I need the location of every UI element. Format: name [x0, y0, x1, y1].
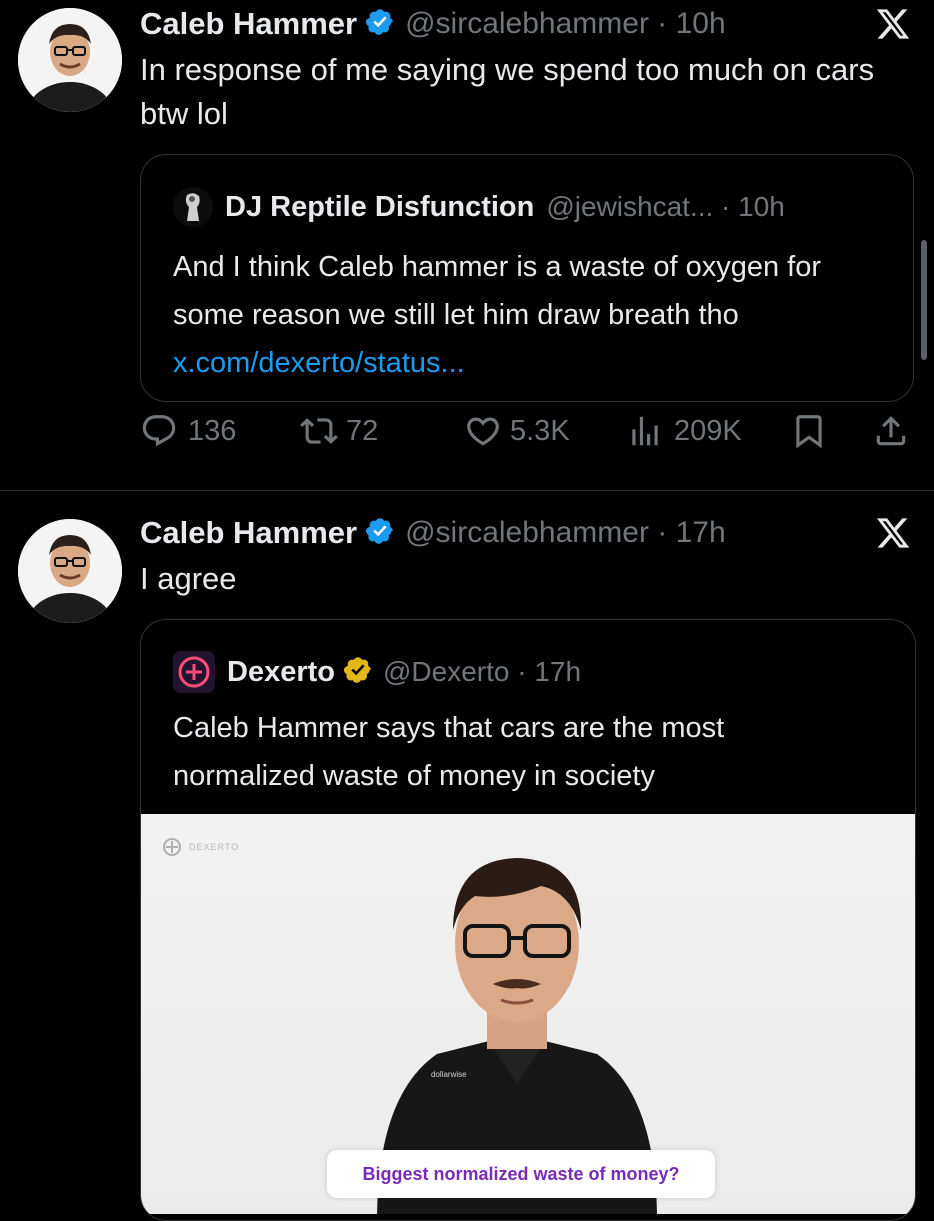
repost-icon	[300, 412, 338, 450]
verified-badge-icon	[365, 516, 395, 551]
caleb-avatar[interactable]	[18, 8, 122, 112]
video-caption: Biggest normalized waste of money?	[327, 1150, 715, 1198]
quoted-tweet-text: Caleb Hammer says that cars are the most…	[173, 712, 725, 792]
views-count: 209K	[674, 414, 742, 447]
quoted-handle-time[interactable]: @jewishcat... · 10h	[546, 191, 785, 223]
bookmark-button[interactable]	[790, 412, 828, 450]
views-button[interactable]: 209K	[626, 412, 742, 450]
author-handle-time[interactable]: @sircalebhammer · 10h	[405, 7, 726, 41]
quoted-tweet-header: DJ Reptile Disfunction @jewishcat... · 1…	[173, 187, 785, 227]
tweet-1[interactable]: Caleb Hammer @sircalebhammer · 10h In re…	[0, 0, 934, 490]
heart-icon	[464, 412, 502, 450]
quoted-tweet[interactable]: DJ Reptile Disfunction @jewishcat... · 1…	[140, 154, 914, 402]
views-icon	[626, 412, 664, 450]
quoted-tweet-header: Dexerto @Dexerto · 17h	[173, 650, 581, 694]
dexerto-logo-icon	[163, 838, 181, 856]
tweet-text: I agree	[140, 561, 237, 596]
tweet-text: In response of me saying we spend too mu…	[140, 52, 875, 131]
repost-button[interactable]: 72	[300, 412, 378, 450]
quoted-text-body: And I think Caleb hammer is a waste of o…	[173, 251, 821, 331]
quoted-tweet-text: And I think Caleb hammer is a waste of o…	[173, 243, 883, 387]
repost-count: 72	[346, 414, 379, 447]
gold-verified-badge-icon	[343, 655, 373, 690]
like-button[interactable]: 5.3K	[464, 412, 570, 450]
share-button[interactable]	[872, 412, 910, 450]
quoted-handle-time[interactable]: @Dexerto · 17h	[383, 656, 581, 688]
tweet-2[interactable]: Caleb Hammer @sircalebhammer · 17h I agr…	[0, 491, 934, 1221]
author-name[interactable]: Caleb Hammer	[140, 515, 357, 551]
quoted-tweet[interactable]: Dexerto @Dexerto · 17h Caleb Hammer says…	[140, 619, 916, 1221]
share-icon	[872, 412, 910, 450]
reply-icon	[140, 412, 178, 450]
x-logo-icon	[874, 6, 912, 47]
like-count: 5.3K	[510, 414, 570, 447]
quoted-avatar[interactable]	[173, 187, 213, 227]
reply-button[interactable]: 136	[140, 412, 236, 450]
author-handle-time[interactable]: @sircalebhammer · 17h	[405, 516, 726, 550]
scrollbar-thumb[interactable]	[921, 240, 927, 360]
verified-badge-icon	[365, 7, 395, 42]
x-logo-icon	[874, 515, 912, 556]
quoted-video-thumbnail[interactable]: DEXERTO dollarwise Biggest normalized wa…	[141, 814, 915, 1214]
quoted-author-name[interactable]: DJ Reptile Disfunction	[225, 191, 534, 224]
watermark-text: DEXERTO	[189, 842, 240, 852]
author-name[interactable]: Caleb Hammer	[140, 6, 357, 42]
bookmark-icon	[790, 412, 828, 450]
tweet-1-header: Caleb Hammer @sircalebhammer · 10h	[140, 2, 726, 46]
dexerto-watermark: DEXERTO	[161, 836, 239, 858]
dexerto-avatar[interactable]	[173, 651, 215, 693]
caleb-avatar[interactable]	[18, 519, 122, 623]
tweet-2-header: Caleb Hammer @sircalebhammer · 17h	[140, 511, 726, 555]
tweet-actions: 136 72 5.3K 209K	[140, 412, 920, 468]
quoted-link[interactable]: x.com/dexerto/status...	[173, 347, 465, 379]
reply-count: 136	[188, 414, 237, 447]
shirt-logo: dollarwise	[431, 1070, 467, 1079]
quoted-author-name[interactable]: Dexerto	[227, 656, 335, 689]
